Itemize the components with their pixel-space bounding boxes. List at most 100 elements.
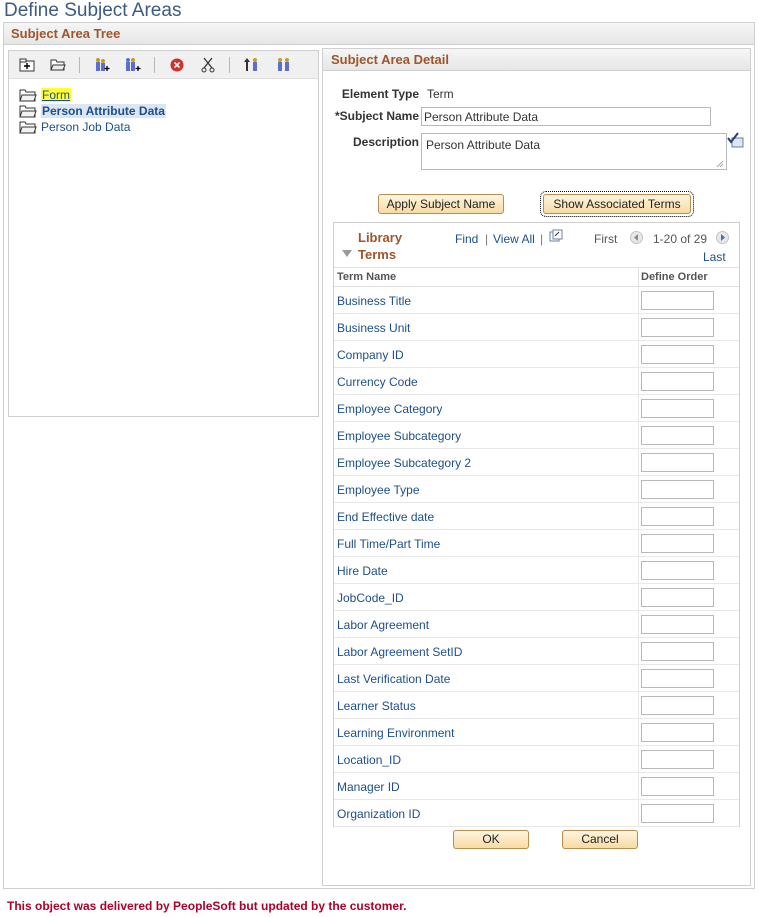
subject-name-label: *Subject Name: [334, 109, 419, 123]
term-name-link[interactable]: Employee Subcategory 2: [337, 456, 471, 470]
tree-node-person-attribute-data[interactable]: Person Attribute Data: [19, 103, 318, 119]
table-row: Employee Type: [334, 476, 739, 503]
folder-icon: [19, 89, 37, 102]
subject-area-detail-header: Subject Area Detail: [323, 49, 750, 71]
table-row: Manager ID: [334, 773, 739, 800]
insert-sibling-icon[interactable]: [123, 55, 143, 75]
term-name-link[interactable]: Labor Agreement: [337, 618, 429, 632]
term-name-link[interactable]: Labor Agreement SetID: [337, 645, 462, 659]
define-order-input[interactable]: [641, 750, 714, 769]
customization-notice: This object was delivered by PeopleSoft …: [7, 899, 407, 913]
define-order-input[interactable]: [641, 561, 714, 580]
term-name-link[interactable]: Organization ID: [337, 807, 420, 821]
tree-node-label[interactable]: Form: [41, 88, 71, 102]
term-name-link[interactable]: JobCode_ID: [337, 591, 404, 605]
term-name-link[interactable]: Business Unit: [337, 321, 410, 335]
term-name-link[interactable]: Full Time/Part Time: [337, 537, 440, 551]
table-row: JobCode_ID: [334, 584, 739, 611]
term-name-link[interactable]: Employee Category: [337, 402, 442, 416]
find-link[interactable]: Find: [455, 232, 478, 246]
cut-icon[interactable]: [198, 55, 218, 75]
term-name-link[interactable]: Currency Code: [337, 375, 418, 389]
term-name-link[interactable]: Manager ID: [337, 780, 400, 794]
define-order-column-header[interactable]: Define Order: [641, 271, 708, 283]
define-order-input[interactable]: [641, 480, 714, 499]
term-name-link[interactable]: Hire Date: [337, 564, 388, 578]
term-name-link[interactable]: Business Title: [337, 294, 411, 308]
previous-page-icon[interactable]: [630, 231, 643, 244]
show-associated-terms-button[interactable]: Show Associated Terms: [540, 191, 694, 217]
define-order-input[interactable]: [641, 426, 714, 445]
grid-navigation-bar: Library Terms Find | View All | First 1-…: [334, 223, 739, 267]
library-terms-title: Library Terms: [342, 229, 438, 263]
define-order-input[interactable]: [641, 669, 714, 688]
term-name-link[interactable]: End Effective date: [337, 510, 434, 524]
table-row: Full Time/Part Time: [334, 530, 739, 557]
define-order-input[interactable]: [641, 777, 714, 796]
define-order-input[interactable]: [641, 507, 714, 526]
term-name-column-header[interactable]: Term Name: [337, 271, 396, 283]
description-field[interactable]: Person Attribute Data: [421, 133, 727, 170]
term-name-link[interactable]: Company ID: [337, 348, 404, 362]
cancel-button[interactable]: Cancel: [562, 830, 638, 849]
table-row: Business Unit: [334, 314, 739, 341]
next-page-icon[interactable]: [716, 231, 729, 244]
define-order-input[interactable]: [641, 399, 714, 418]
open-folder-icon[interactable]: [48, 55, 68, 75]
column-divider: [638, 449, 639, 476]
tree-node-person-job-data[interactable]: Person Job Data: [19, 119, 318, 135]
apply-subject-name-button[interactable]: Apply Subject Name: [378, 194, 504, 214]
term-name-link[interactable]: Employee Subcategory: [337, 429, 461, 443]
term-name-link[interactable]: Learner Status: [337, 699, 416, 713]
table-row: Company ID: [334, 341, 739, 368]
tree-node-label[interactable]: Person Attribute Data: [41, 104, 166, 118]
add-folder-icon[interactable]: [17, 55, 37, 75]
column-divider: [638, 368, 639, 395]
column-divider: [638, 557, 639, 584]
collapse-icon[interactable]: [342, 250, 352, 257]
define-order-input[interactable]: [641, 318, 714, 337]
tree-panel: Form Person Attribute Data Person Job Da…: [8, 50, 319, 417]
table-row: Business Title: [334, 287, 739, 314]
toolbar-separator: [79, 56, 80, 73]
subject-area-tree-header: Subject Area Tree: [4, 23, 754, 45]
resize-grip-icon[interactable]: [714, 158, 724, 168]
table-row: Employee Subcategory 2: [334, 449, 739, 476]
subject-name-field[interactable]: [421, 107, 711, 126]
tree-node-label[interactable]: Person Job Data: [41, 120, 130, 134]
view-all-link[interactable]: View All: [493, 232, 535, 246]
define-order-input[interactable]: [641, 345, 714, 364]
column-divider: [638, 746, 639, 773]
last-link[interactable]: Last: [703, 250, 726, 264]
delete-icon[interactable]: [167, 55, 187, 75]
term-name-link[interactable]: Last Verification Date: [337, 672, 450, 686]
define-order-input[interactable]: [641, 723, 714, 742]
define-order-input[interactable]: [641, 588, 714, 607]
column-divider: [638, 422, 639, 449]
define-order-input[interactable]: [641, 615, 714, 634]
define-order-input[interactable]: [641, 453, 714, 472]
define-order-input[interactable]: [641, 642, 714, 661]
define-order-input[interactable]: [641, 534, 714, 553]
term-name-link[interactable]: Location_ID: [337, 753, 401, 767]
spell-check-icon[interactable]: [727, 132, 745, 148]
insert-child-icon[interactable]: [92, 55, 112, 75]
define-order-input[interactable]: [641, 372, 714, 391]
define-order-input[interactable]: [641, 804, 714, 823]
move-up-icon[interactable]: [242, 55, 262, 75]
tree-node-form[interactable]: Form: [19, 87, 318, 103]
download-icon[interactable]: [549, 229, 563, 242]
table-row: Labor Agreement: [334, 611, 739, 638]
table-row: Hire Date: [334, 557, 739, 584]
column-divider: [638, 287, 639, 314]
term-name-link[interactable]: Employee Type: [337, 483, 420, 497]
define-order-input[interactable]: [641, 291, 714, 310]
column-divider: [638, 314, 639, 341]
move-down-icon[interactable]: [273, 55, 293, 75]
column-divider: [638, 638, 639, 665]
define-order-input[interactable]: [641, 696, 714, 715]
term-name-link[interactable]: Learning Environment: [337, 726, 454, 740]
column-divider: [638, 665, 639, 692]
ok-button[interactable]: OK: [453, 830, 529, 849]
page-title: Define Subject Areas: [4, 0, 182, 21]
